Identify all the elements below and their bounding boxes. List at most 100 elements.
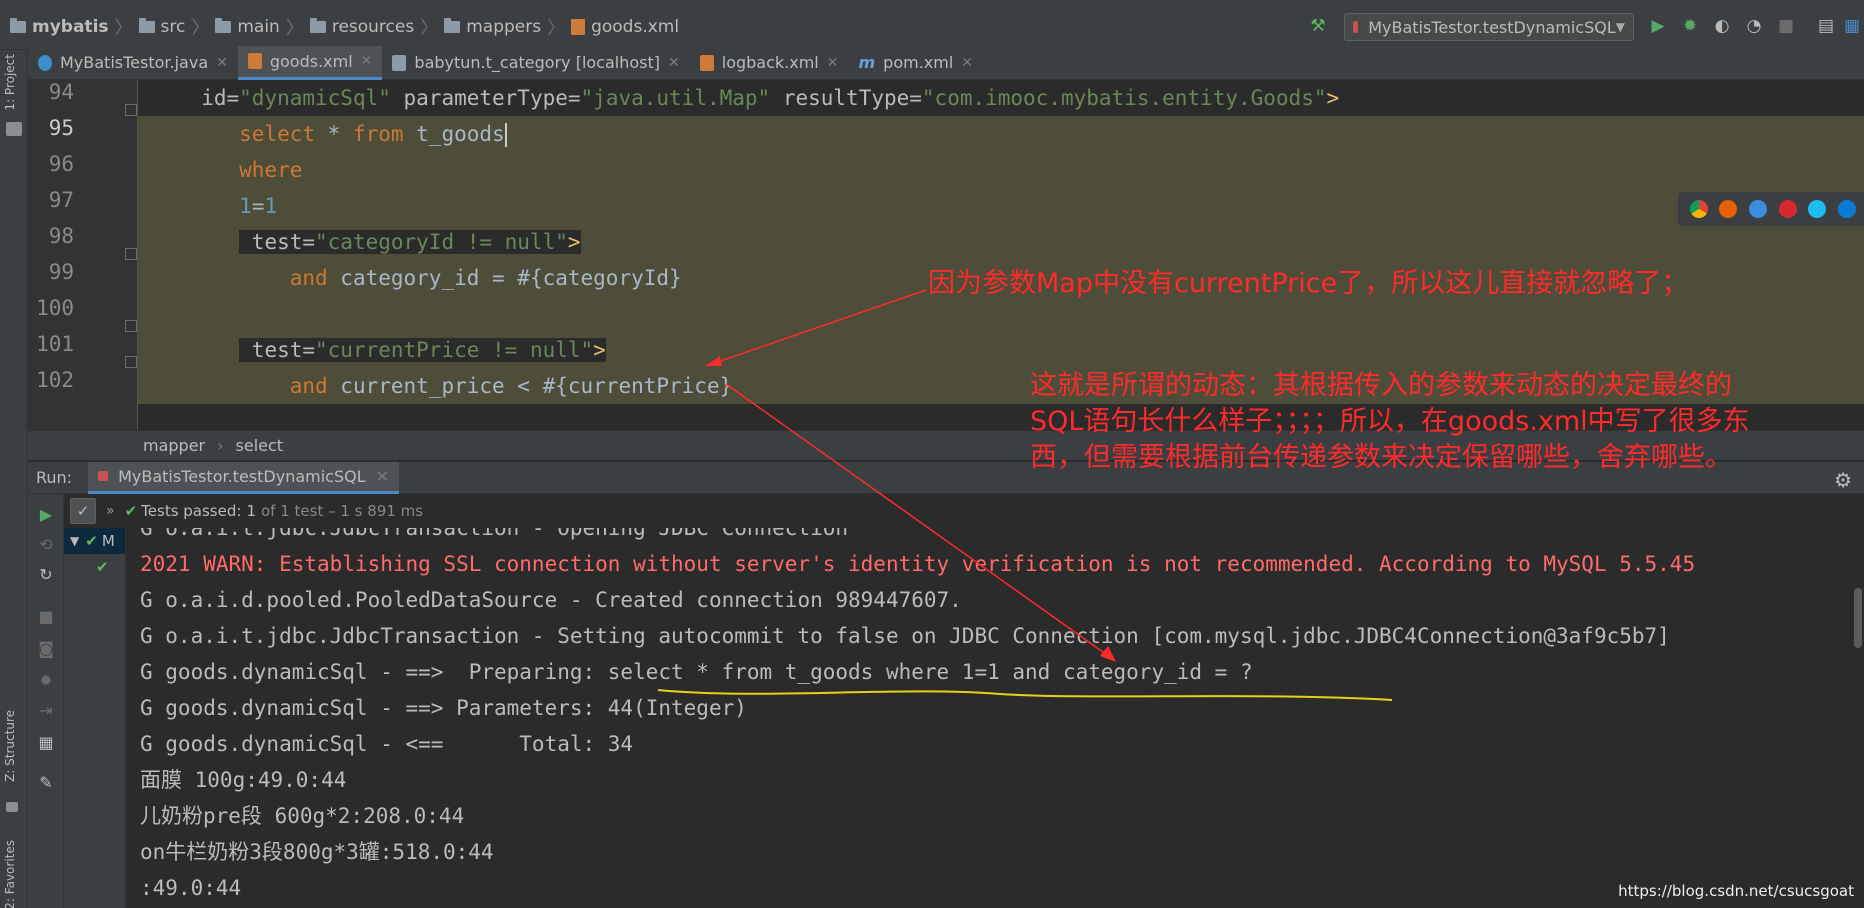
console-output[interactable]: G o.a.i.t.jdbc.JdbcTransaction - Opening… [128,528,1864,908]
code-token: from [352,122,404,146]
line-number: 96 [48,152,74,176]
breadcrumb-select[interactable]: select [236,436,284,455]
xml-file-icon [247,53,262,69]
chrome-icon[interactable] [1689,200,1708,218]
chevron-double-right-icon[interactable]: » [106,503,115,519]
code-token: id= [188,86,240,110]
tab-label: babytun.t_category [localhost] [414,53,661,72]
breadcrumb-main[interactable]: main [215,17,280,37]
favorites-tool-button[interactable]: 2: Favorites [3,840,17,908]
breadcrumb-resources[interactable]: resources [309,17,415,37]
code-line: test="categoryId != null"> [138,224,1864,260]
tab-label: pom.xml [883,53,954,72]
code-token: select [239,122,316,146]
breadcrumb: mybatis 〉 src 〉 main 〉 resources 〉 mappe… [10,14,679,40]
tab-label: logback.xml [721,53,819,72]
fold-marker-icon[interactable] [125,248,137,260]
project-structure-icon[interactable]: ▤ [1816,16,1836,36]
close-icon[interactable]: ✕ [961,55,973,71]
status-detail: of 1 test – 1 s 891 ms [260,502,424,520]
search-everywhere-icon[interactable]: ▦ [1842,16,1862,36]
coverage-icon[interactable]: ◐ [1712,16,1732,36]
annotation-note: 因为参数Map中没有currentPrice了，所以这儿直接就忽略了； [928,268,1689,299]
safari-icon[interactable] [1749,200,1768,218]
breadcrumb-src[interactable]: src [138,17,186,37]
close-icon[interactable]: ✕ [361,53,373,69]
edge-icon[interactable] [1838,200,1857,218]
run-tab-label: MyBatisTestor.testDynamicSQL [118,466,366,486]
close-icon[interactable]: ✕ [668,55,680,71]
stop-icon[interactable]: ■ [38,607,54,626]
line-number: 97 [48,188,74,212]
run-tab[interactable]: MyBatisTestor.testDynamicSQL ✕ [88,461,400,494]
tab-babytun-t-category[interactable]: babytun.t_category [localhost] ✕ [382,46,689,80]
code-token: test= [239,230,316,254]
code-token: current_price < #{currentPrice} [327,374,733,398]
pin-icon[interactable]: ✎ [38,773,54,792]
camera-icon[interactable]: ◙ [38,639,54,658]
maven-icon: m [858,53,876,72]
stop-icon[interactable]: ■ [1776,16,1796,36]
tab-logback-xml[interactable]: logback.xml ✕ [690,46,849,80]
rerun-icon[interactable]: ▶ [38,505,54,524]
debug-bug-icon[interactable]: ✹ [1680,16,1700,36]
build-hammer-icon[interactable]: ⚒ [1308,16,1328,36]
console-line: 儿奶粉pre段 600g*2:208.0:44 [140,804,465,828]
fold-marker-icon[interactable] [125,320,137,332]
breadcrumb-label: resources [331,17,415,37]
structure-icon[interactable] [6,802,18,812]
annotation-line: 这就是所谓的动态：其根据传入的参数来动态的决定最终的 [1030,370,1732,401]
profile-icon[interactable]: ◔ [1744,16,1764,36]
internet-explorer-icon[interactable] [1808,200,1827,218]
opera-icon[interactable] [1778,200,1797,218]
chevron-right-icon: 〉 [191,18,210,39]
line-number: 101 [36,332,74,356]
breadcrumb-mapper[interactable]: mapper [143,436,205,455]
run-configuration-select[interactable]: MyBatisTestor.testDynamicSQL ▼ [1344,13,1634,41]
chevron-right-icon: 〉 [420,18,439,39]
code-token: "currentPrice != null" [315,338,594,362]
debug-bug-icon[interactable]: ✹ [38,671,54,690]
chevron-down-icon: ▼ [1615,20,1625,34]
exit-icon[interactable]: ⇥ [38,701,54,720]
line-number: 99 [48,260,74,284]
fold-marker-icon[interactable] [125,356,137,368]
text-caret [504,123,507,147]
chevron-down-icon[interactable]: ▼ [70,534,79,548]
test-tree-root[interactable]: ▼ ✔ M [64,528,125,554]
project-tool-button[interactable]: 1: Project [3,54,17,111]
table-icon [392,54,407,71]
firefox-icon[interactable] [1719,200,1738,218]
junit-icon [1353,21,1359,33]
close-icon[interactable]: ✕ [827,55,839,71]
code-token: > [567,230,581,254]
breadcrumb-mappers[interactable]: mappers [444,17,541,37]
toggle-auto-test-icon[interactable]: ↻ [38,565,54,584]
close-icon[interactable]: ✕ [376,467,389,486]
show-passed-toggle[interactable]: ✓ [70,498,96,524]
breadcrumb-label: src [160,17,186,37]
tab-goods-xml[interactable]: goods.xml ✕ [237,45,383,80]
breadcrumb-project[interactable]: mybatis [10,17,109,37]
passed-check-icon: ✔ [124,502,138,520]
run-toolbar: ▶ ⟲ ↻ ■ ◙ ✹ ⇥ ▦ ✎ [28,494,64,908]
breadcrumb-file[interactable]: goods.xml [571,17,679,37]
structure-tool-button[interactable]: Z: Structure [3,710,17,782]
code-line: select * from t_goods [138,116,1864,152]
tab-mybatistestor-java[interactable]: MyBatisTestor.java ✕ [28,46,238,80]
project-folder-icon[interactable] [6,122,22,136]
breadcrumb-label: mappers [466,17,542,37]
code-token: "com.imooc.mybatis.entity.Goods" [921,86,1327,110]
run-label: Run: [36,468,73,487]
code-token: * [315,122,353,146]
close-icon[interactable]: ✕ [216,55,228,71]
fold-marker-icon[interactable] [125,104,137,116]
console-scrollbar[interactable] [1854,588,1862,648]
tab-pom-xml[interactable]: m pom.xml ✕ [848,46,983,80]
test-tree-child[interactable]: ✔ [64,554,125,580]
layout-icon[interactable]: ▦ [38,733,54,752]
folder-icon [138,18,155,33]
run-icon[interactable]: ▶ [1648,16,1668,36]
rerun-failed-icon[interactable]: ⟲ [38,535,54,554]
gear-icon[interactable]: ⚙ [1834,468,1852,492]
